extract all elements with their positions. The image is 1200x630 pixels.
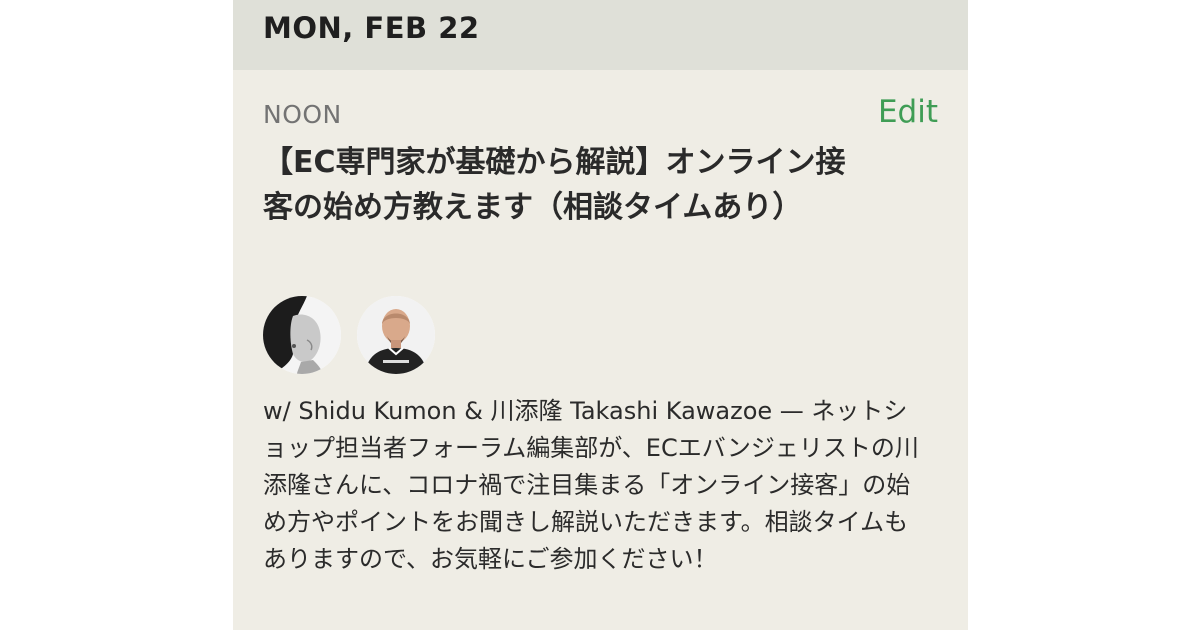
- event-card: MON, FEB 22 NOON Edit 【EC専門家が基礎から解説】オンライ…: [233, 0, 968, 630]
- edit-button[interactable]: Edit: [878, 94, 938, 130]
- host-avatar-takashi-kawazoe[interactable]: [357, 296, 435, 374]
- event-title[interactable]: 【EC専門家が基礎から解説】オンライン接客の始め方教えます（相談タイムあり）: [263, 140, 873, 230]
- host-avatar-shidu-kumon[interactable]: [263, 296, 341, 374]
- date-label: MON, FEB 22: [263, 11, 480, 45]
- event-description: w/ Shidu Kumon & 川添隆 Takashi Kawazoe — ネ…: [263, 397, 919, 573]
- date-header: MON, FEB 22: [233, 0, 968, 70]
- event-time: NOON: [263, 100, 342, 129]
- host-photo-woman-icon: [263, 296, 341, 374]
- host-photo-man-icon: [357, 296, 435, 374]
